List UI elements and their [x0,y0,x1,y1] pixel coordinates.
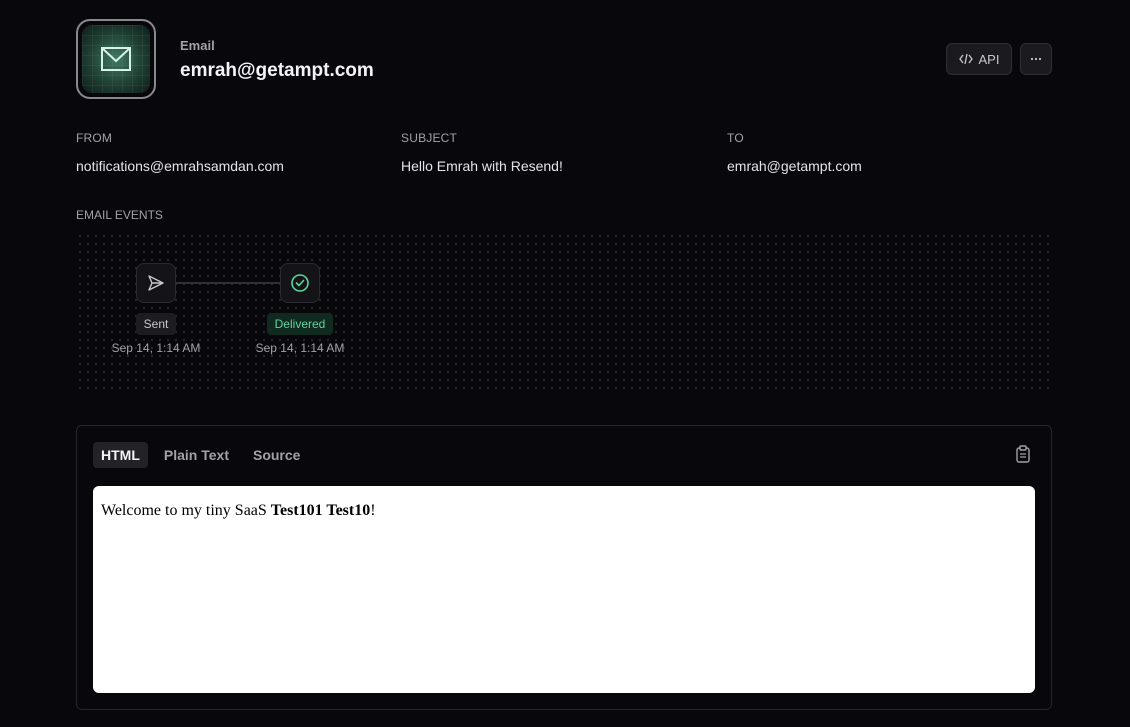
email-events-timeline: Sent Sep 14, 1:14 AM Delivered Sep 14, 1… [76,232,1052,390]
ellipsis-icon [1030,57,1042,61]
event-sent: Sent Sep 14, 1:14 AM [96,263,216,355]
status-badge-sent: Sent [135,313,177,335]
code-icon [958,53,973,65]
api-button-label: API [978,51,1000,67]
event-delivered: Delivered Sep 14, 1:14 AM [240,263,360,355]
preview-text: Welcome to my tiny SaaS [101,502,271,519]
page-kicker: Email [180,38,215,53]
more-options-button[interactable] [1020,43,1052,75]
meta-to: TO emrah@getampt.com [727,131,862,174]
copy-button[interactable] [1015,445,1031,463]
meta-subject: SUBJECT Hello Emrah with Resend! [401,131,563,174]
event-time-delivered: Sep 14, 1:14 AM [255,341,345,355]
event-node-delivered[interactable] [280,263,320,303]
tab-plain-text[interactable]: Plain Text [156,442,237,468]
event-node-sent[interactable] [136,263,176,303]
email-events-label: EMAIL EVENTS [76,208,163,222]
clipboard-icon [1016,445,1030,463]
email-html-preview: Welcome to my tiny SaaS Test101 Test10! [93,486,1035,693]
to-value: emrah@getampt.com [727,158,862,174]
email-header: Email emrah@getampt.com API [76,19,1052,99]
from-label: FROM [76,131,113,145]
email-preview-panel: HTML Plain Text Source Welcome to my tin… [76,425,1052,710]
api-button[interactable]: API [946,43,1012,75]
preview-bold-text: Test101 Test10 [270,502,371,519]
preview-text-suffix: ! [370,502,376,519]
to-label: TO [727,131,744,145]
tab-source[interactable]: Source [245,442,308,468]
page-title: emrah@getampt.com [180,60,374,81]
tab-html[interactable]: HTML [93,442,148,468]
status-badge-delivered: Delivered [266,313,334,335]
check-circle-icon [291,274,309,292]
meta-from: FROM notifications@emrahsamdan.com [76,131,284,174]
subject-value: Hello Emrah with Resend! [401,158,563,174]
email-logo [76,19,156,99]
send-icon [148,275,164,291]
from-value: notifications@emrahsamdan.com [76,158,284,174]
envelope-icon [101,47,131,71]
preview-tabs: HTML Plain Text Source [93,442,308,468]
event-time-sent: Sep 14, 1:14 AM [111,341,201,355]
subject-label: SUBJECT [401,131,458,145]
